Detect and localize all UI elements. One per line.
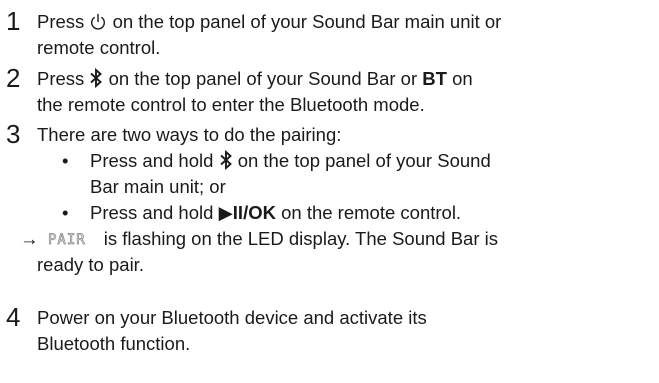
step-text-part: Power on your Bluetooth device and activ… bbox=[37, 307, 427, 328]
result-text-part: is flashing on the LED display. The Soun… bbox=[103, 228, 498, 249]
bullet-text-part: Press and hold bbox=[90, 150, 214, 171]
bluetooth-icon bbox=[90, 68, 103, 88]
bullet-text-part: Bar main unit; or bbox=[90, 176, 226, 197]
bullet-dot: • bbox=[62, 150, 69, 171]
step-text-part: on the top panel of your Sound Bar or bbox=[108, 68, 418, 89]
svg-text:PAIR: PAIR bbox=[48, 232, 86, 247]
step-number: 4 bbox=[6, 302, 21, 332]
step-text-part: on the top panel of your Sound Bar main … bbox=[112, 11, 502, 32]
bullet-text-part: on the top panel of your Sound bbox=[237, 150, 491, 171]
bt-key-label: BT bbox=[422, 68, 447, 89]
step-text: There are two ways to do the pairing: bbox=[37, 124, 342, 145]
bluetooth-icon bbox=[219, 150, 232, 170]
step-text: Power on your Bluetooth device and activ… bbox=[37, 305, 657, 357]
result-text-part: ready to pair. bbox=[37, 254, 144, 275]
step-text-part: remote control. bbox=[37, 37, 161, 58]
step-text-part: Press bbox=[37, 68, 85, 89]
bullet-text-part: on the remote control. bbox=[281, 202, 462, 223]
step-number: 2 bbox=[6, 63, 21, 93]
step-text-part: on bbox=[452, 68, 473, 89]
result-note: → PAIR is flashing on the LED display. T… bbox=[20, 226, 638, 278]
instruction-document: 1 Press on the top panel of your Sound B… bbox=[0, 0, 659, 383]
step-text-part: Press bbox=[37, 11, 85, 32]
arrow-right-icon: → bbox=[20, 228, 39, 249]
bullet-dot: • bbox=[62, 202, 69, 223]
step-number: 1 bbox=[6, 6, 21, 36]
led-pair-text: PAIR bbox=[48, 232, 86, 247]
step-text: Press on the top panel of your Sound Bar… bbox=[37, 66, 657, 118]
step-text-part: the remote control to enter the Bluetoot… bbox=[37, 94, 425, 115]
bullet-text: Press and hold ▶II/OK on the remote cont… bbox=[90, 200, 650, 226]
step-number: 3 bbox=[6, 119, 21, 149]
play-ok-key-label: ▶II/OK bbox=[218, 202, 276, 223]
step-text-part: Bluetooth function. bbox=[37, 333, 191, 354]
power-icon bbox=[91, 13, 106, 30]
bullet-text-part: Press and hold bbox=[90, 202, 214, 223]
step-text: Press on the top panel of your Sound Bar… bbox=[37, 9, 657, 61]
bullet-text: Press and hold on the top panel of your … bbox=[90, 148, 650, 200]
